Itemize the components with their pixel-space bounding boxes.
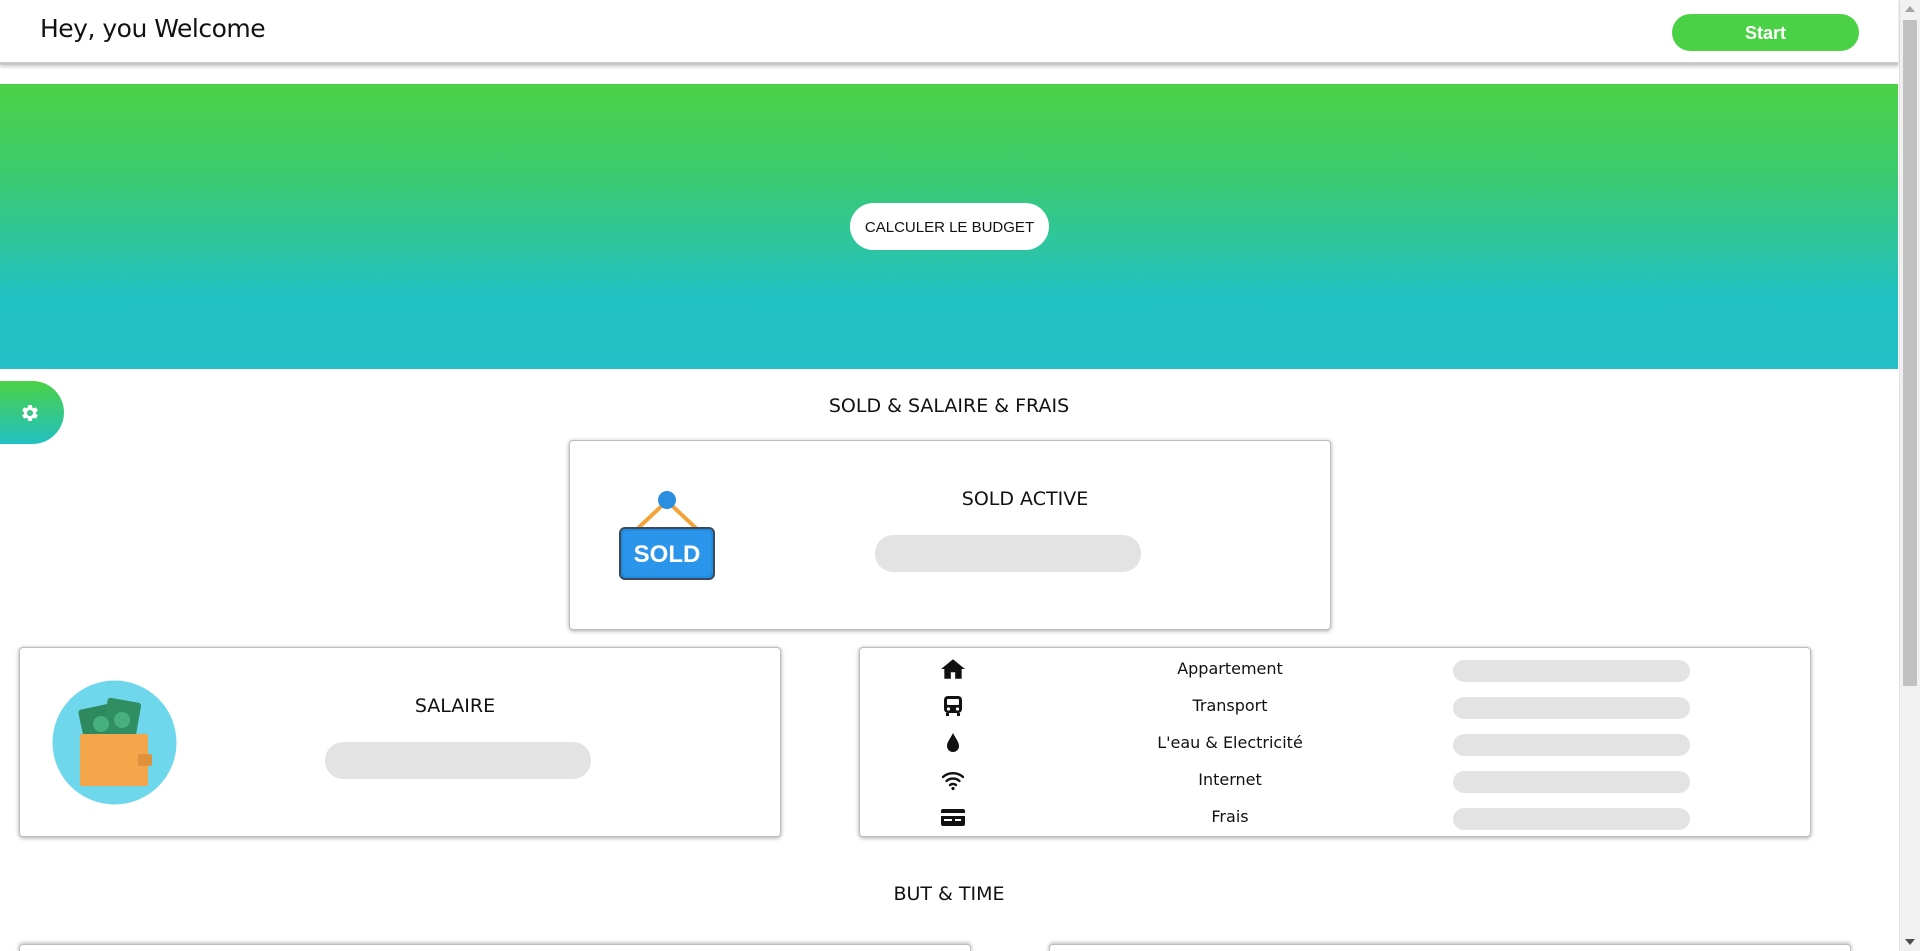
expense-value-field[interactable] — [1453, 660, 1690, 682]
sold-active-title: SOLD ACTIVE — [961, 488, 1089, 510]
salaire-title: SALAIRE — [414, 695, 496, 717]
bus-icon — [944, 696, 962, 716]
section-title-but-time: BUT & TIME — [893, 883, 1005, 905]
expense-label: Transport — [1192, 696, 1268, 715]
water-drop-icon — [947, 733, 959, 752]
but-card — [19, 944, 971, 951]
sold-active-card: SOLD SOLD ACTIVE — [569, 440, 1331, 630]
frais-card: Appartement Transport L'eau & Electricit… — [859, 647, 1811, 837]
expense-row: L'eau & Electricité — [860, 728, 1810, 758]
sold-sign-image: SOLD — [619, 491, 715, 580]
salaire-value-field[interactable] — [325, 742, 591, 779]
expense-row: Frais — [860, 802, 1810, 832]
scroll-up-arrow-icon[interactable] — [1905, 6, 1915, 12]
wallet-money-image — [52, 680, 177, 805]
expense-label: Frais — [1211, 807, 1249, 826]
expense-row: Transport — [860, 691, 1810, 721]
expense-label: L'eau & Electricité — [1157, 733, 1303, 752]
brand-title: Hey, you Welcome — [40, 14, 266, 43]
expense-value-field[interactable] — [1453, 808, 1690, 830]
expense-label: Internet — [1198, 770, 1262, 789]
expense-value-field[interactable] — [1453, 734, 1690, 756]
hero-banner: CALCULER LE BUDGET — [0, 84, 1898, 369]
svg-text:SOLD: SOLD — [634, 541, 701, 568]
top-navbar: Hey, you Welcome Start — [0, 0, 1898, 65]
wifi-icon — [941, 772, 965, 791]
salaire-card: SALAIRE — [19, 647, 781, 837]
scroll-down-arrow-icon[interactable] — [1905, 939, 1915, 945]
calculate-budget-button[interactable]: CALCULER LE BUDGET — [850, 203, 1049, 250]
expense-value-field[interactable] — [1453, 697, 1690, 719]
expense-label: Appartement — [1177, 659, 1283, 678]
scrollbar-thumb[interactable] — [1903, 20, 1917, 686]
expense-row: Appartement — [860, 654, 1810, 684]
section-title-sold-salaire-frais: SOLD & SALAIRE & FRAIS — [828, 395, 1070, 417]
time-card — [1049, 944, 1851, 951]
vertical-scrollbar[interactable] — [1899, 0, 1920, 951]
start-button[interactable]: Start — [1672, 14, 1859, 51]
home-icon — [941, 659, 965, 679]
credit-card-icon — [941, 809, 965, 826]
sold-active-value-field[interactable] — [875, 535, 1141, 572]
page: Hey, you Welcome Start CALCULER LE BUDGE… — [0, 0, 1920, 951]
expense-value-field[interactable] — [1453, 771, 1690, 793]
expense-row: Internet — [860, 765, 1810, 795]
